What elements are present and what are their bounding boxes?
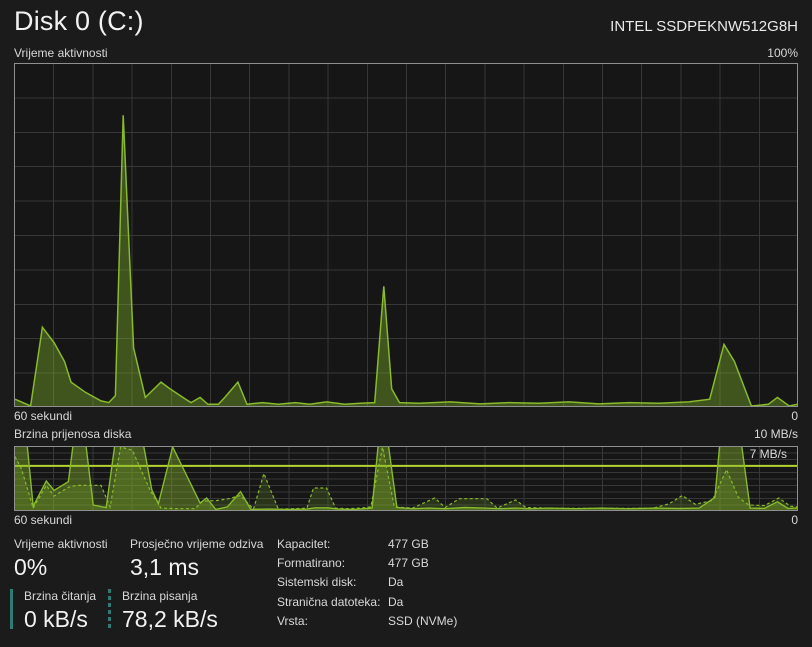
stat-write-speed-value: 78,2 kB/s: [122, 606, 218, 632]
activity-chart-canvas[interactable]: [15, 64, 797, 406]
transfer-chart-header: Brzina prijenosa diska 10 MB/s: [14, 427, 798, 441]
transfer-chart-footer: 60 sekundi 0: [14, 513, 798, 527]
detail-value: 477 GB: [388, 556, 429, 571]
disk-details: Kapacitet: 477 GB Formatirano: 477 GB Si…: [277, 537, 457, 633]
detail-label: Vrsta:: [277, 613, 308, 628]
transfer-chart-x-left: 60 sekundi: [14, 513, 73, 527]
stat-write-speed: Brzina pisanja 78,2 kB/s: [122, 589, 218, 633]
detail-row-system-disk: Sistemski disk: Da: [277, 575, 457, 594]
detail-value: Da: [388, 594, 404, 609]
transfer-chart[interactable]: 7 MB/s: [14, 446, 798, 511]
stat-write-speed-label: Brzina pisanja: [122, 589, 198, 603]
stat-read-speed-value: 0 kB/s: [24, 606, 88, 632]
transfer-chart-title: Brzina prijenosa diska: [14, 427, 132, 441]
detail-value: 477 GB: [388, 537, 429, 551]
detail-row-type: Vrsta: SSD (NVMe): [277, 614, 457, 633]
transfer-threshold-label: 7 MB/s: [749, 447, 787, 461]
task-manager-disk-pane: Disk 0 (C:) INTEL SSDPEKNW512G8H Vrijeme…: [0, 0, 812, 647]
stat-response-time-label: Prosječno vrijeme odziva: [130, 537, 264, 551]
detail-label: Stranična datoteka:: [277, 594, 381, 609]
activity-chart-x-left: 60 sekundi: [14, 409, 73, 423]
activity-chart-max-label: 100%: [767, 46, 798, 60]
detail-label: Sistemski disk:: [277, 575, 357, 590]
transfer-chart-max-label: 10 MB/s: [753, 427, 798, 441]
detail-row-page-file: Stranična datoteka: Da: [277, 595, 457, 614]
write-speed-key-icon: [108, 589, 111, 629]
detail-row-capacity: Kapacitet: 477 GB: [277, 537, 457, 556]
device-name: INTEL SSDPEKNW512G8H: [610, 18, 798, 35]
activity-chart[interactable]: [14, 63, 798, 407]
activity-chart-x-right: 0: [791, 409, 798, 423]
read-speed-key-icon: [10, 589, 13, 629]
detail-value: SSD (NVMe): [388, 613, 458, 628]
stat-active-time: Vrijeme aktivnosti 0%: [14, 537, 108, 581]
detail-value: Da: [388, 575, 404, 590]
stat-active-time-label: Vrijeme aktivnosti: [14, 537, 108, 551]
stat-read-speed: Brzina čitanja 0 kB/s: [24, 589, 96, 633]
stat-active-time-value: 0%: [14, 554, 48, 580]
detail-label: Kapacitet:: [277, 537, 331, 551]
stat-response-time: Prosječno vrijeme odziva 3,1 ms: [130, 537, 263, 581]
stat-response-time-value: 3,1 ms: [130, 554, 200, 580]
activity-chart-header: Vrijeme aktivnosti 100%: [14, 46, 798, 60]
activity-chart-title: Vrijeme aktivnosti: [14, 46, 108, 60]
detail-row-formatted: Formatirano: 477 GB: [277, 556, 457, 575]
transfer-chart-canvas[interactable]: [15, 447, 797, 510]
page-title: Disk 0 (C:): [14, 6, 144, 36]
stat-read-speed-label: Brzina čitanja: [24, 589, 97, 603]
detail-label: Formatirano:: [277, 556, 346, 571]
transfer-chart-x-right: 0: [791, 513, 798, 527]
activity-chart-footer: 60 sekundi 0: [14, 409, 798, 423]
